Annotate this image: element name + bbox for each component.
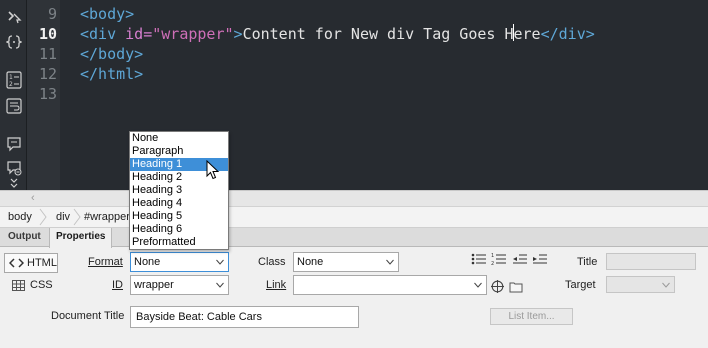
indent-icon[interactable] — [532, 252, 548, 266]
unordered-list-icon[interactable] — [471, 252, 487, 266]
svg-text:1: 1 — [9, 74, 13, 81]
code-token: "wrapper" — [152, 25, 234, 43]
code-editor[interactable]: 12 9 10 11 12 13 <body> <div id="wrapper… — [0, 0, 708, 190]
id-select-value: wrapper — [134, 279, 174, 291]
css-grid-icon — [12, 280, 25, 291]
wrap-lines-icon[interactable] — [3, 96, 24, 116]
list-item-label: List Item... — [508, 311, 555, 322]
format-dropdown-menu: None Paragraph Heading 1 Heading 2 Headi… — [129, 131, 229, 250]
line-numbers-icon[interactable]: 12 — [3, 70, 24, 90]
remove-comment-icon[interactable] — [3, 158, 24, 178]
chevron-down-icon — [474, 282, 482, 288]
chevron-down-icon — [216, 282, 224, 288]
format-option-none[interactable]: None — [130, 132, 228, 145]
line-number: 9 — [47, 5, 57, 23]
format-option-heading-4[interactable]: Heading 4 — [130, 197, 228, 210]
format-option-paragraph[interactable]: Paragraph — [130, 145, 228, 158]
code-token: Content for New div Tag Goes Here — [242, 25, 541, 43]
mouse-pointer-icon — [206, 160, 220, 180]
chevron-down-icon — [386, 259, 394, 265]
html-code-icon — [9, 258, 24, 268]
format-select[interactable]: None — [130, 252, 229, 272]
tab-output[interactable]: Output — [2, 228, 47, 247]
svg-text:2: 2 — [9, 81, 13, 88]
chevron-down-icon — [216, 259, 224, 265]
target-select — [606, 276, 675, 293]
tab-properties[interactable]: Properties — [49, 228, 113, 248]
ordered-list-icon[interactable]: 12 — [491, 252, 507, 266]
browse-folder-icon[interactable] — [509, 281, 524, 293]
svg-text:2: 2 — [491, 261, 494, 266]
code-line[interactable]: <body> — [80, 4, 134, 24]
svg-text:1: 1 — [491, 253, 494, 259]
title-input — [606, 253, 696, 270]
breadcrumb-tag-div[interactable]: div — [56, 211, 70, 223]
chevron-down-icon — [662, 282, 670, 288]
breadcrumb-separator-icon — [39, 208, 47, 226]
link-label: Link — [266, 279, 287, 291]
code-line[interactable]: </body> — [80, 44, 143, 64]
breadcrumb-separator-icon — [73, 208, 81, 226]
link-input[interactable] — [293, 275, 487, 295]
format-label: Format — [88, 256, 123, 268]
code-token: </div> — [540, 25, 595, 43]
code-token: </html> — [80, 65, 144, 83]
id-label: ID — [112, 279, 123, 291]
code-token: </body> — [80, 45, 144, 63]
balance-braces-icon[interactable] — [3, 32, 24, 52]
html-mode-label: HTML — [27, 257, 57, 269]
target-label: Target — [565, 279, 596, 291]
format-option-heading-6[interactable]: Heading 6 — [130, 223, 228, 236]
list-item-button: List Item... — [490, 308, 573, 325]
code-token: > — [233, 25, 243, 43]
css-mode-button[interactable]: CSS — [12, 278, 53, 294]
class-select[interactable]: None — [293, 252, 399, 272]
select-parent-tag-icon[interactable] — [3, 6, 24, 26]
outdent-icon[interactable] — [512, 252, 528, 266]
code-token: <body> — [80, 5, 135, 23]
breadcrumb-tag-body[interactable]: body — [8, 211, 32, 223]
line-number: 11 — [38, 45, 57, 63]
title-label: Title — [577, 256, 598, 268]
line-number: 13 — [38, 85, 57, 103]
document-title-input[interactable]: Bayside Beat: Cable Cars — [130, 306, 359, 328]
scroll-left-arrow-icon[interactable]: ‹ — [31, 191, 35, 205]
breadcrumb-tag-wrapper[interactable]: #wrapper — [84, 211, 130, 223]
html-mode-button[interactable]: HTML — [4, 253, 58, 273]
line-number-current: 10 — [38, 25, 57, 43]
code-token: <div — [80, 25, 126, 43]
id-select[interactable]: wrapper — [130, 275, 229, 295]
line-number: 12 — [38, 65, 57, 83]
code-line[interactable]: <div id="wrapper">Content for New div Ta… — [80, 24, 595, 44]
scroll-corner — [0, 190, 27, 206]
coding-toolbar: 12 — [0, 0, 27, 190]
format-option-heading-3[interactable]: Heading 3 — [130, 184, 228, 197]
line-number-gutter: 9 10 11 12 13 — [27, 0, 60, 190]
class-select-value: None — [297, 256, 324, 268]
point-to-file-icon[interactable] — [491, 280, 504, 293]
format-select-value: None — [134, 256, 161, 268]
code-token: id= — [125, 25, 153, 43]
text-caret — [513, 24, 514, 41]
code-line[interactable]: </html> — [80, 64, 143, 84]
document-title-value: Bayside Beat: Cable Cars — [136, 311, 262, 323]
document-title-label: Document Title — [51, 310, 125, 322]
format-option-heading-5[interactable]: Heading 5 — [130, 210, 228, 223]
css-mode-label: CSS — [30, 279, 53, 291]
tag-selector-breadcrumb: body div #wrapper — [0, 206, 708, 228]
apply-comment-icon[interactable] — [3, 134, 24, 154]
panel-tab-bar: Output Properties — [0, 228, 708, 248]
more-tools-icon[interactable] — [3, 176, 24, 190]
class-label: Class — [258, 256, 286, 268]
format-option-preformatted[interactable]: Preformatted — [130, 236, 228, 249]
